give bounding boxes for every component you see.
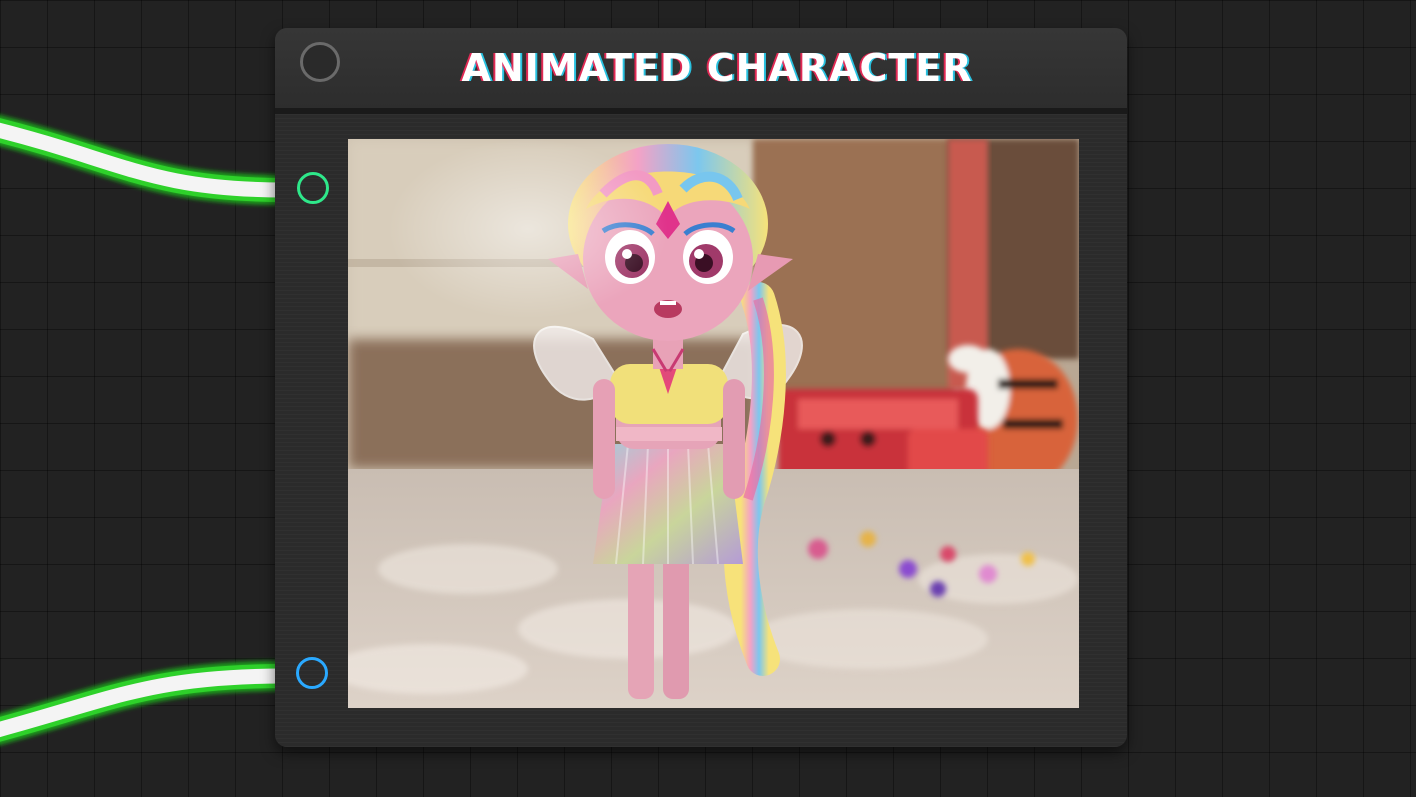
input-port-circle-icon[interactable] (297, 172, 329, 204)
doll-photo-illustration (348, 139, 1079, 708)
input-wire[interactable] (0, 115, 286, 205)
output-port-circle-icon[interactable] (296, 657, 328, 689)
node-title: ANIMATED CHARACTER (461, 46, 973, 90)
animated-character-node[interactable]: ANIMATED CHARACTER (275, 28, 1127, 747)
node-header[interactable]: ANIMATED CHARACTER (275, 28, 1127, 114)
character-preview-image (348, 139, 1079, 708)
output-wire[interactable] (0, 661, 286, 745)
node-body (275, 114, 1127, 747)
